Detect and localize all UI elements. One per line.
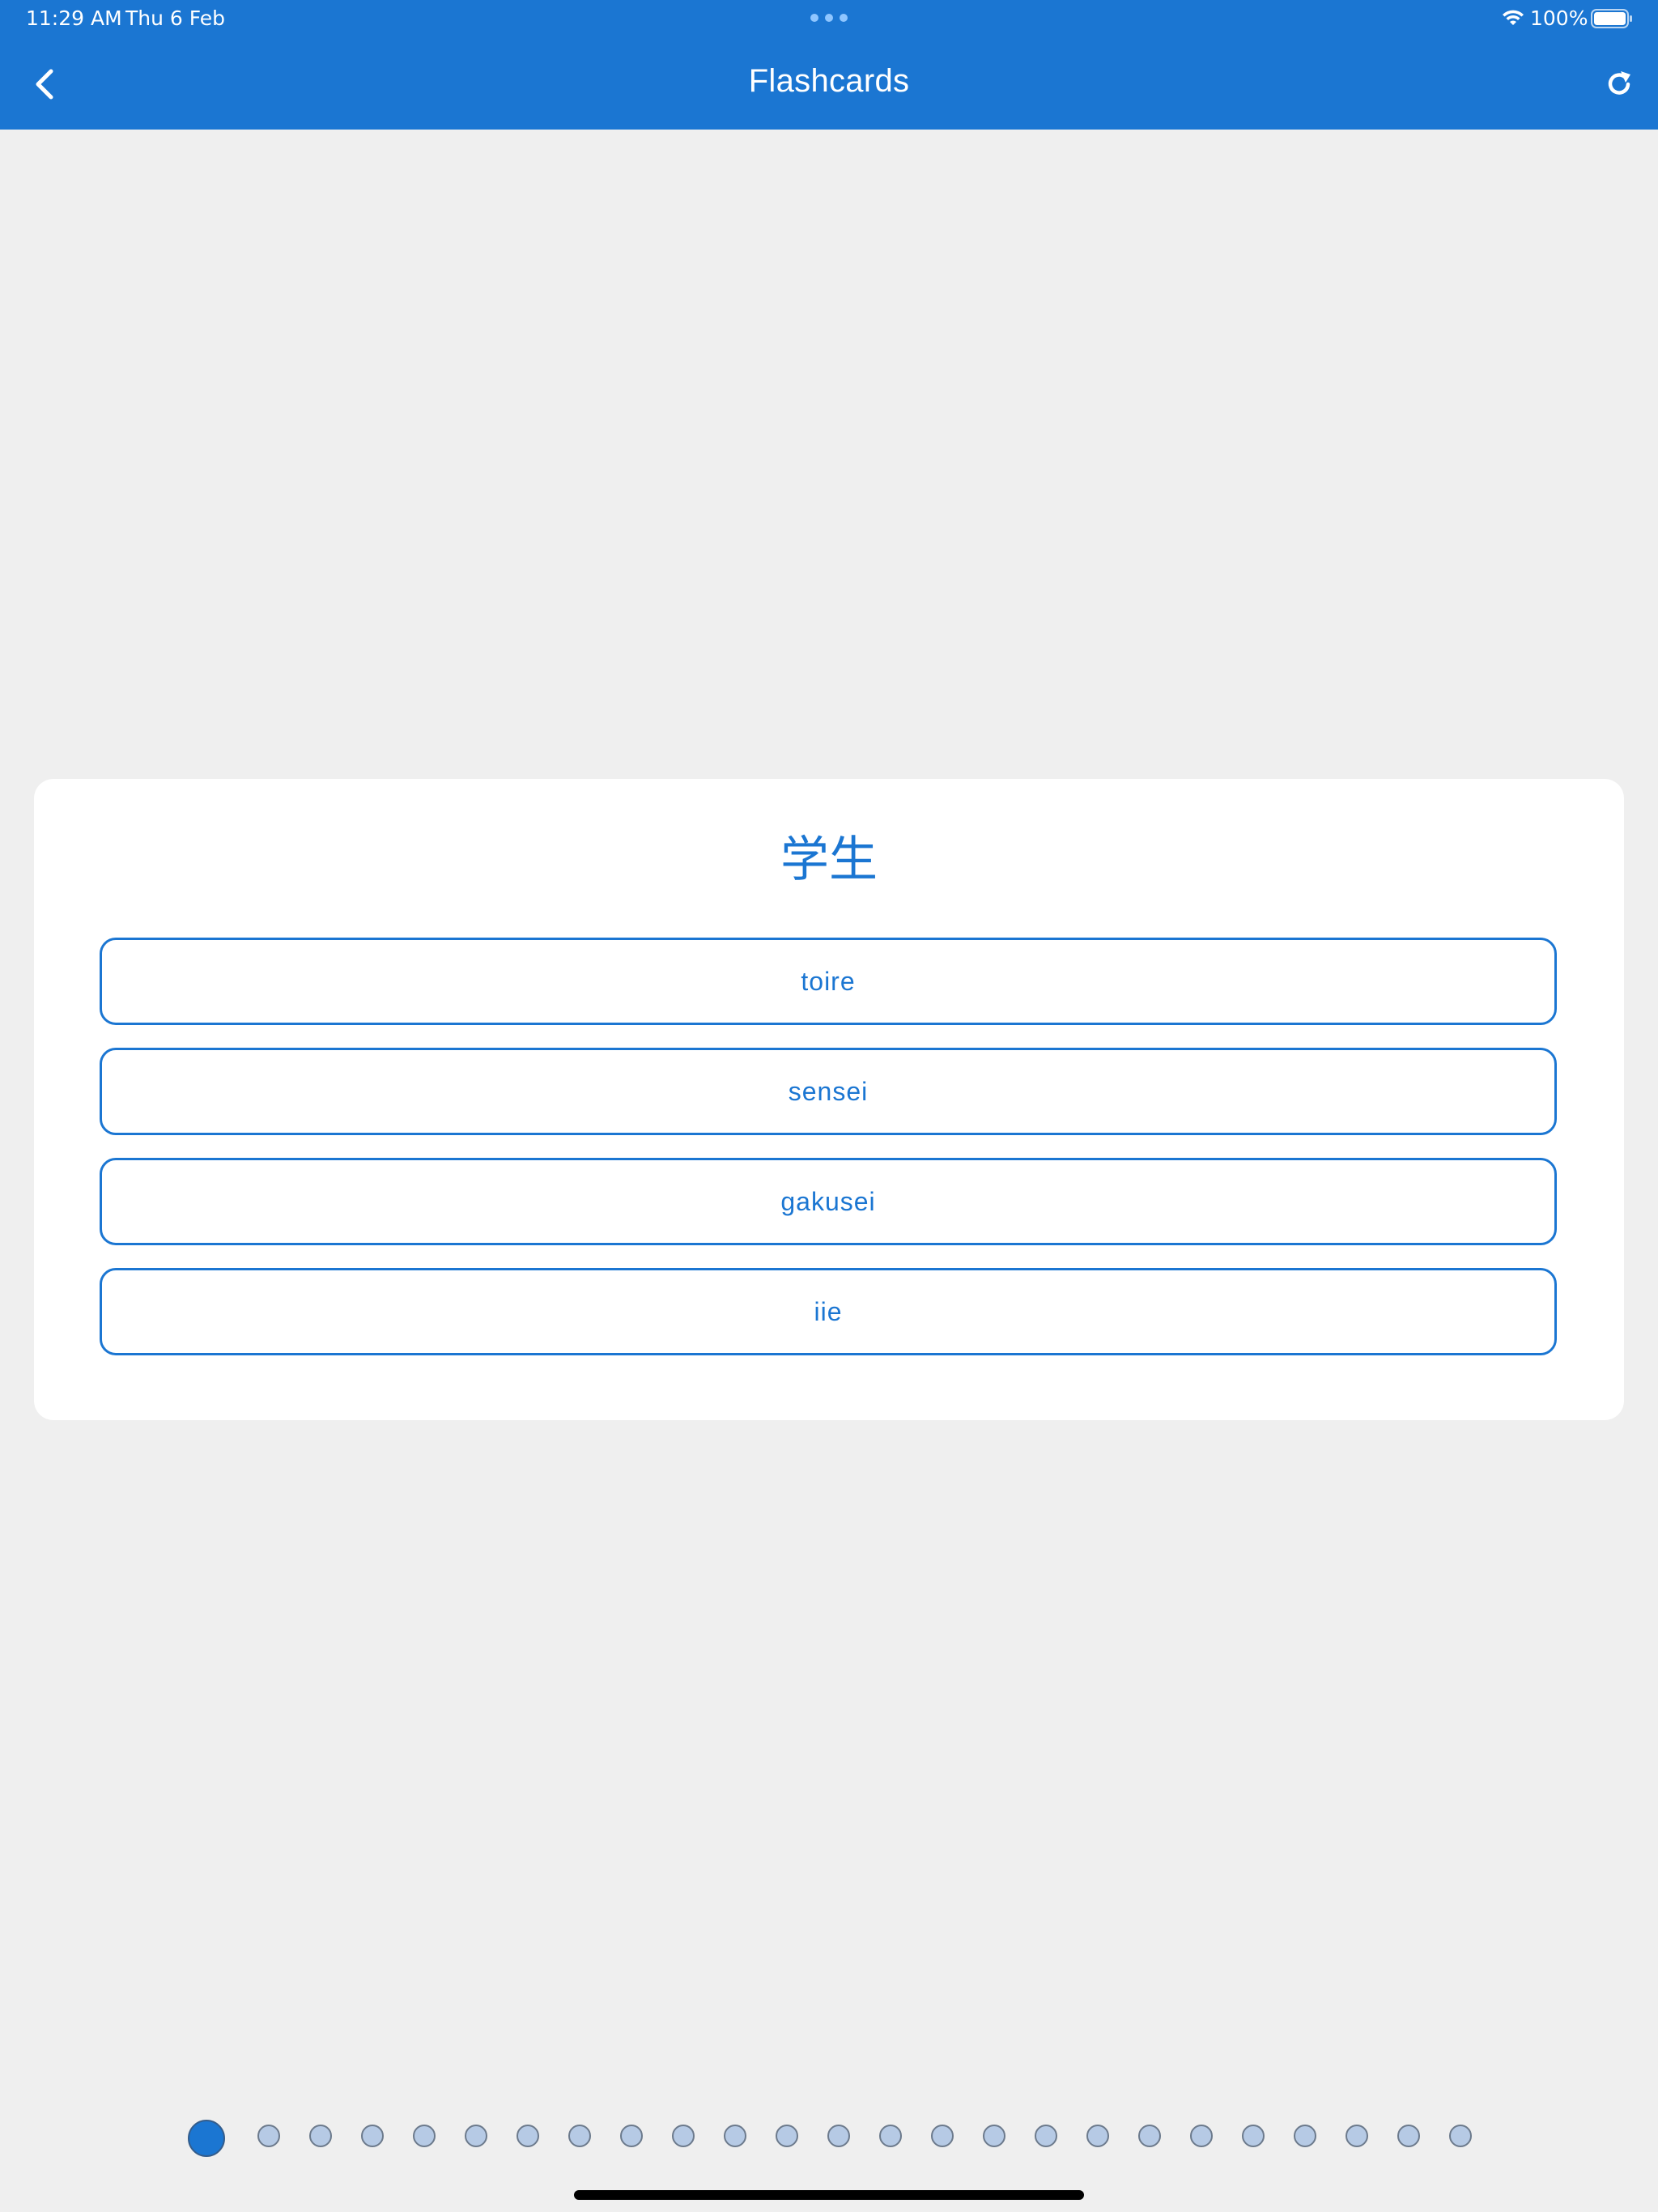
answer-option-label: iie	[814, 1296, 843, 1326]
multitasking-dots[interactable]	[810, 14, 848, 22]
answer-option-4[interactable]: iie	[100, 1268, 1557, 1355]
page-dot[interactable]	[1242, 2125, 1265, 2147]
page-dot[interactable]	[620, 2125, 643, 2147]
page-dot[interactable]	[672, 2125, 695, 2147]
page-dot[interactable]	[1397, 2125, 1420, 2147]
status-date: Thu 6 Feb	[125, 6, 226, 30]
answer-option-1[interactable]: toire	[100, 938, 1557, 1025]
home-indicator[interactable]	[574, 2190, 1084, 2200]
page-dot[interactable]	[465, 2125, 487, 2147]
answer-option-label: toire	[801, 966, 856, 996]
page-dot[interactable]	[361, 2125, 384, 2147]
wifi-icon	[1503, 10, 1524, 25]
page-dot[interactable]	[1190, 2125, 1213, 2147]
page-dot[interactable]	[983, 2125, 1005, 2147]
answer-option-label: gakusei	[780, 1186, 876, 1216]
refresh-icon	[1608, 71, 1630, 95]
dot-icon	[825, 14, 833, 22]
status-time: 11:29 AM	[26, 6, 122, 30]
page-dot[interactable]	[1035, 2125, 1057, 2147]
refresh-button[interactable]	[1598, 63, 1640, 105]
answer-option-2[interactable]: sensei	[100, 1048, 1557, 1135]
page-dot[interactable]	[1086, 2125, 1109, 2147]
page-dot[interactable]	[724, 2125, 746, 2147]
page-title: Flashcards	[748, 63, 910, 99]
page-dot[interactable]	[309, 2125, 332, 2147]
battery-icon	[1591, 9, 1632, 28]
page-indicator	[188, 2120, 1483, 2162]
dot-icon	[840, 14, 848, 22]
page-dot[interactable]	[413, 2125, 436, 2147]
page-dot[interactable]	[517, 2125, 539, 2147]
answer-option-3[interactable]: gakusei	[100, 1158, 1557, 1245]
page-dot[interactable]	[827, 2125, 850, 2147]
page-dot[interactable]	[1449, 2125, 1472, 2147]
page-dot[interactable]	[257, 2125, 280, 2147]
flashcard-prompt: 学生	[780, 832, 878, 888]
battery-percentage: 100%	[1530, 6, 1588, 30]
header: 11:29 AM Thu 6 Feb 100% Flashcards	[0, 0, 1658, 130]
answer-option-label: sensei	[788, 1076, 869, 1106]
page-dot[interactable]	[568, 2125, 591, 2147]
page-dot[interactable]	[931, 2125, 954, 2147]
page-dot[interactable]	[1294, 2125, 1316, 2147]
page-dot[interactable]	[1138, 2125, 1161, 2147]
flashcards-screen: 11:29 AM Thu 6 Feb 100% Flashcards 学生 to…	[0, 0, 1658, 2212]
page-dot[interactable]	[188, 2120, 225, 2157]
page-dot[interactable]	[879, 2125, 902, 2147]
page-dot[interactable]	[776, 2125, 798, 2147]
page-dot[interactable]	[1346, 2125, 1368, 2147]
dot-icon	[810, 14, 818, 22]
